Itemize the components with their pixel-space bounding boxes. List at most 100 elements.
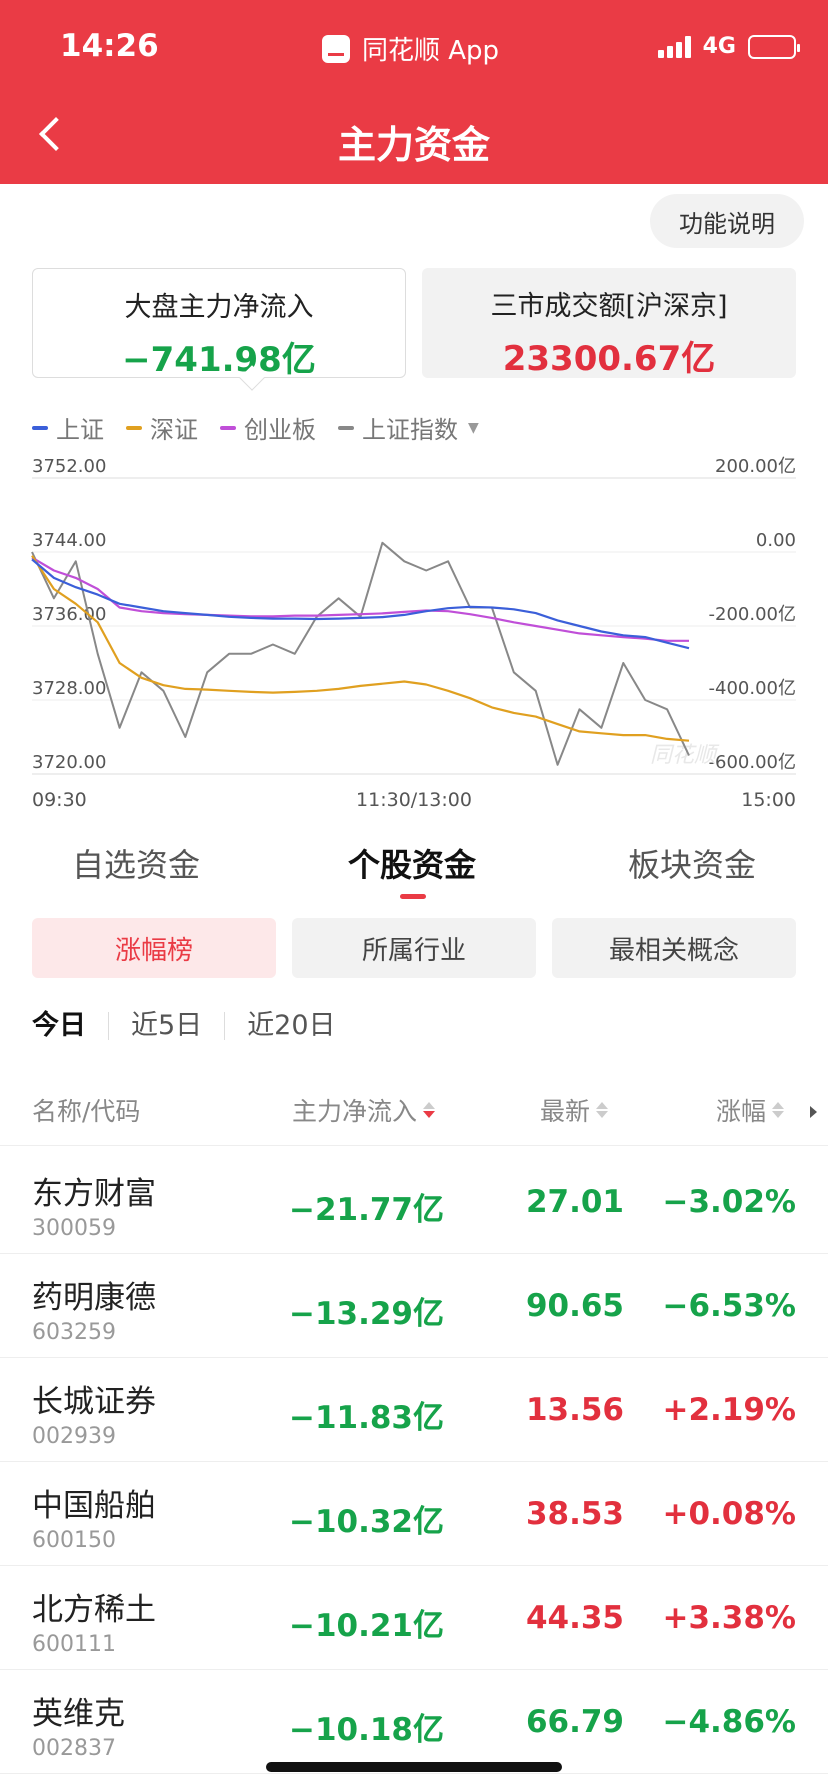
main-net-inflow-card[interactable]: 大盘主力净流入 −741.98亿 bbox=[32, 268, 406, 391]
legend-item-shenzhen[interactable]: 深证 bbox=[126, 410, 198, 445]
main-net-inflow-title: 大盘主力净流入 bbox=[124, 292, 314, 323]
fund-flow-chart[interactable]: 3752.00 200.00亿 3744.00 0.00 3736.00 -200.00亿… bbox=[0, 456, 828, 826]
legend-item-chinext[interactable]: 创业板 bbox=[220, 410, 316, 445]
legend-swatch bbox=[220, 425, 236, 430]
col-latest[interactable]: 最新 bbox=[540, 1092, 609, 1128]
status-indicators: 4G bbox=[657, 34, 800, 59]
legend-swatch bbox=[32, 425, 48, 430]
col-label: 最新 bbox=[540, 1097, 591, 1126]
change-percent: +0.08% bbox=[662, 1496, 796, 1532]
table-header: 名称/代码 主力净流入 最新 涨幅 bbox=[0, 1090, 828, 1146]
net-inflow-value: −10.32亿 bbox=[288, 1504, 444, 1540]
col-name-code: 名称/代码 bbox=[32, 1092, 140, 1128]
stock-code: 002939 bbox=[32, 1424, 116, 1449]
period-5d[interactable]: 近5日 bbox=[108, 1012, 224, 1040]
latest-price: 13.56 bbox=[525, 1392, 624, 1428]
stock-code: 002837 bbox=[32, 1736, 116, 1761]
x-tick-label: 15:00 bbox=[741, 789, 796, 811]
subtab-gainers[interactable]: 涨幅榜 bbox=[32, 918, 276, 978]
period-today[interactable]: 今日 bbox=[32, 1012, 108, 1040]
function-help-button[interactable]: 功能说明 bbox=[650, 194, 804, 248]
change-percent: +3.38% bbox=[662, 1600, 796, 1636]
app-header: 14:26 同花顺 App 4G 主力资金 bbox=[0, 0, 828, 184]
page-title: 主力资金 bbox=[337, 123, 490, 167]
period-selector: 今日 近5日 近20日 bbox=[32, 1012, 358, 1040]
sort-icon bbox=[772, 1102, 785, 1118]
stock-name: 药明康德 bbox=[32, 1280, 156, 1316]
net-inflow-value: −13.29亿 bbox=[288, 1296, 444, 1332]
tab-watchlist-funds[interactable]: 自选资金 bbox=[72, 840, 200, 886]
latest-price: 66.79 bbox=[525, 1704, 624, 1740]
turnover-value: 23300.67亿 bbox=[502, 339, 716, 379]
y-right-tick-label: 200.00亿 bbox=[715, 456, 796, 477]
stock-code: 600111 bbox=[32, 1632, 116, 1657]
y-left-tick-label: 3728.00 bbox=[32, 678, 106, 699]
legend-swatch bbox=[126, 425, 142, 430]
main-net-inflow-value: −741.98亿 bbox=[122, 340, 316, 380]
legend-label: 深证 bbox=[150, 416, 198, 444]
change-percent: −3.02% bbox=[662, 1184, 796, 1220]
tab-stock-funds[interactable]: 个股资金 bbox=[348, 840, 476, 886]
home-indicator[interactable] bbox=[266, 1762, 562, 1772]
net-inflow-value: −10.21亿 bbox=[288, 1608, 444, 1644]
latest-price: 27.01 bbox=[525, 1184, 624, 1220]
chevron-down-icon: ▼ bbox=[468, 419, 479, 436]
legend-swatch bbox=[338, 425, 354, 430]
signal-icon bbox=[657, 35, 691, 58]
legend-label: 创业板 bbox=[244, 416, 316, 444]
status-time: 14:26 bbox=[60, 28, 159, 64]
subtab-industry[interactable]: 所属行业 bbox=[292, 918, 536, 978]
change-percent: +2.19% bbox=[662, 1392, 796, 1428]
stock-name: 英维克 bbox=[32, 1696, 125, 1732]
change-percent: −4.86% bbox=[662, 1704, 796, 1740]
stock-name: 东方财富 bbox=[32, 1176, 156, 1212]
latest-price: 38.53 bbox=[525, 1496, 624, 1532]
turnover-card[interactable]: 三市成交额[沪深京] 23300.67亿 bbox=[422, 268, 796, 379]
latest-price: 44.35 bbox=[525, 1600, 624, 1636]
fund-tabs: 自选资金 个股资金 板块资金 bbox=[0, 840, 828, 900]
y-left-tick-label: 3744.00 bbox=[32, 530, 106, 551]
stock-code: 600150 bbox=[32, 1528, 116, 1553]
stock-code: 300059 bbox=[32, 1216, 116, 1241]
legend-item-shanghai[interactable]: 上证 bbox=[32, 410, 104, 445]
y-right-tick-label: -400.00亿 bbox=[709, 678, 796, 699]
y-right-tick-label: -600.00亿 bbox=[709, 752, 796, 773]
y-left-tick-label: 3736.00 bbox=[32, 604, 106, 625]
turnover-title: 三市成交额[沪深京] bbox=[490, 291, 728, 322]
stock-name: 北方稀土 bbox=[32, 1592, 156, 1628]
change-percent: −6.53% bbox=[662, 1288, 796, 1324]
col-label: 涨幅 bbox=[716, 1097, 767, 1126]
y-right-tick-label: 0.00 bbox=[756, 530, 796, 551]
table-row[interactable]: 英维克 002837 −10.18亿 66.79 −4.86% bbox=[0, 1670, 828, 1774]
col-net-inflow[interactable]: 主力净流入 bbox=[292, 1092, 436, 1128]
table-row[interactable]: 东方财富 300059 −21.77亿 27.01 −3.02% bbox=[0, 1150, 828, 1254]
y-right-tick-label: -200.00亿 bbox=[709, 604, 796, 625]
table-row[interactable]: 药明康德 603259 −13.29亿 90.65 −6.53% bbox=[0, 1254, 828, 1358]
x-tick-label: 09:30 bbox=[32, 789, 87, 811]
net-inflow-value: −11.83亿 bbox=[288, 1400, 444, 1436]
period-20d[interactable]: 近20日 bbox=[224, 1012, 357, 1040]
col-change[interactable]: 涨幅 bbox=[716, 1092, 785, 1128]
col-label: 名称/代码 bbox=[32, 1097, 141, 1126]
subtab-concept[interactable]: 最相关概念 bbox=[552, 918, 796, 978]
y-left-tick-label: 3720.00 bbox=[32, 752, 106, 773]
stock-name: 中国船舶 bbox=[32, 1488, 156, 1524]
col-label: 主力净流入 bbox=[292, 1097, 418, 1126]
net-inflow-value: −10.18亿 bbox=[288, 1712, 444, 1748]
app-switcher[interactable]: 同花顺 App bbox=[322, 30, 499, 67]
legend-label: 上证指数 bbox=[362, 416, 458, 444]
stock-code: 603259 bbox=[32, 1320, 116, 1345]
active-tab-indicator bbox=[400, 894, 426, 899]
table-row[interactable]: 长城证券 002939 −11.83亿 13.56 +2.19% bbox=[0, 1358, 828, 1462]
table-row[interactable]: 北方稀土 600111 −10.21亿 44.35 +3.38% bbox=[0, 1566, 828, 1670]
scroll-right-icon[interactable] bbox=[810, 1106, 817, 1118]
tab-sector-funds[interactable]: 板块资金 bbox=[628, 840, 756, 886]
stock-name: 长城证券 bbox=[32, 1384, 156, 1420]
legend-item-index-dropdown[interactable]: 上证指数 ▼ bbox=[338, 410, 479, 445]
network-label: 4G bbox=[702, 34, 736, 59]
x-tick-label: 11:30/13:00 bbox=[356, 789, 472, 811]
series-line-1 bbox=[31, 555, 690, 742]
net-inflow-value: −21.77亿 bbox=[288, 1192, 444, 1228]
app-name: 同花顺 App bbox=[362, 36, 500, 66]
table-row[interactable]: 中国船舶 600150 −10.32亿 38.53 +0.08% bbox=[0, 1462, 828, 1566]
